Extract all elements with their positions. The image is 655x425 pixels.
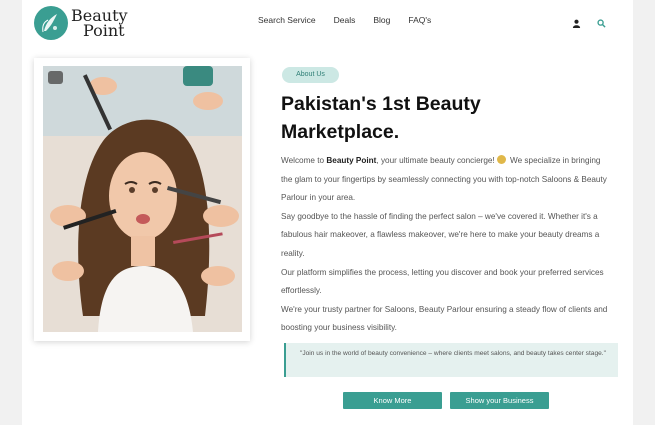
page-title: Pakistan's 1st Beauty Marketplace. [281, 93, 481, 143]
about-text: Welcome to Beauty Point, your ultimate b… [281, 152, 611, 338]
search-icon[interactable] [597, 15, 606, 33]
brand-name: Beauty Point [71, 8, 128, 40]
header-icons [572, 15, 606, 33]
hero-image-card [34, 58, 250, 341]
about-paragraph-1: Welcome to Beauty Point, your ultimate b… [281, 152, 611, 208]
quote-box: "Join us in the world of beauty convenie… [284, 343, 618, 377]
nav-item-deals[interactable]: Deals [334, 15, 356, 25]
about-paragraph-3: Our platform simplifies the process, let… [281, 267, 604, 296]
p1-pre: Welcome to [281, 156, 327, 165]
about-us-badge: About Us [282, 67, 339, 83]
nav-item-blog[interactable]: Blog [373, 15, 390, 25]
know-more-button[interactable]: Know More [343, 392, 442, 409]
p1-post: , your ultimate beauty concierge! [376, 156, 495, 165]
p1-brand: Beauty Point [326, 156, 377, 165]
nav-item-faqs[interactable]: FAQ's [408, 15, 431, 25]
main-nav: Search Service Deals Blog FAQ's [258, 15, 431, 25]
about-paragraph-2: Say goodbye to the hassle of finding the… [281, 211, 600, 258]
camera-icon [48, 71, 63, 84]
hero-image [43, 66, 242, 332]
brand-line-2: Point [83, 21, 125, 40]
logo-mark-icon [34, 6, 68, 40]
show-business-button[interactable]: Show your Business [450, 392, 549, 409]
user-icon[interactable] [572, 15, 581, 33]
page: Beauty Point Search Service Deals Blog F… [22, 0, 633, 425]
brand-logo[interactable]: Beauty Point [34, 6, 128, 40]
about-paragraph-4: We're your trusty partner for Saloons, B… [281, 304, 608, 333]
sparkle-icon [496, 155, 506, 164]
nav-item-search-service[interactable]: Search Service [258, 15, 316, 25]
